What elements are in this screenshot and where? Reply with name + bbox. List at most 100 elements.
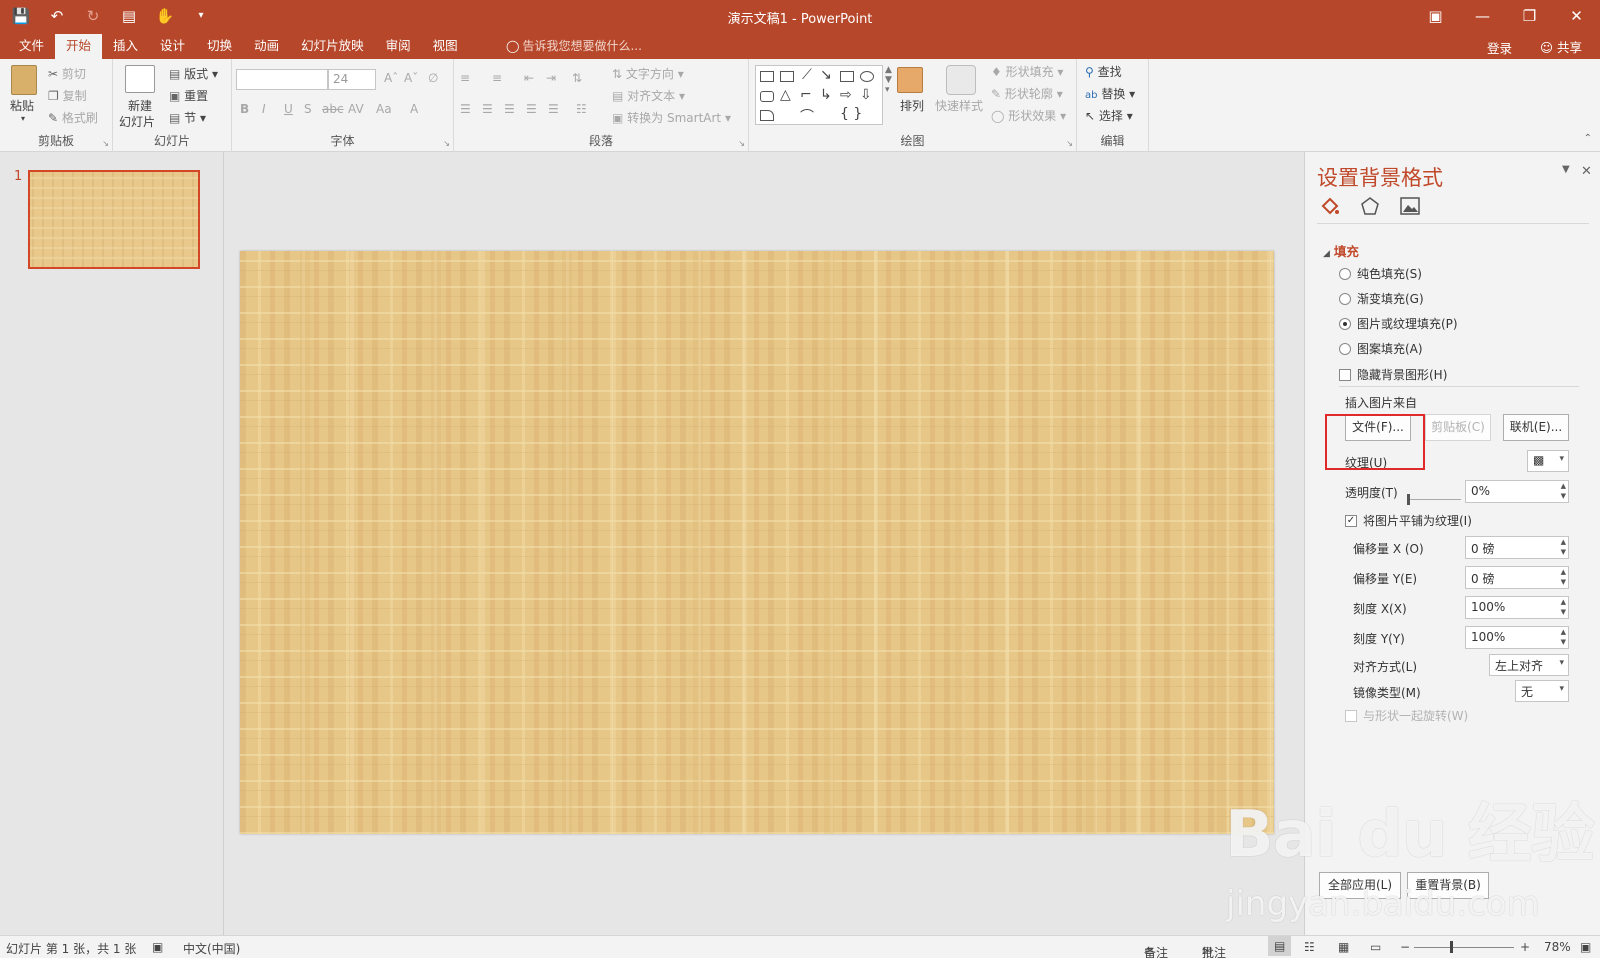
tab-design[interactable]: 设计 [149,34,196,59]
line-shape-icon[interactable]: ⟋ [802,67,812,83]
paragraph-launcher-icon[interactable]: ↘ [738,139,745,148]
effects-tab-icon[interactable] [1359,195,1381,217]
online-button[interactable]: 联机(E)... [1503,414,1569,441]
tab-animations[interactable]: 动画 [243,34,290,59]
connector-shape-icon[interactable]: ⌐ [800,87,812,103]
mirror-dropdown[interactable]: 无 ▾ [1515,680,1569,702]
columns-icon[interactable]: ☷ [576,102,587,116]
brace-shape-icon[interactable]: { } [840,106,862,122]
pattern-fill-option[interactable]: 图案填充(A) [1339,340,1423,357]
replace-button[interactable]: ab 替换 ▾ [1085,85,1135,102]
tab-view[interactable]: 视图 [422,34,469,59]
increase-indent-icon[interactable]: ⇥ [546,71,556,85]
alignment-dropdown[interactable]: 左上对齐 ▾ [1489,654,1569,676]
select-button[interactable]: ↖ 选择 ▾ [1085,107,1133,124]
tile-option[interactable]: ✓ 将图片平铺为纹理(I) [1345,512,1472,529]
align-text-button[interactable]: ▤ 对齐文本 ▾ [612,87,685,104]
bold-icon[interactable]: B [240,102,249,116]
transparency-slider[interactable] [1407,494,1461,505]
picture-tab-icon[interactable] [1399,195,1421,217]
spelling-check-icon[interactable]: ▣ [152,940,163,954]
strikethrough-icon[interactable]: abc [322,102,344,116]
curve-shape-icon[interactable]: ⌒ [800,106,814,126]
pane-close-icon[interactable]: ✕ [1581,164,1592,179]
tab-insert[interactable]: 插入 [102,34,149,59]
change-case-icon[interactable]: Aa [376,102,392,116]
fill-section-header[interactable]: ◢ 填充 [1323,241,1359,260]
offset-y-spinner-icon[interactable]: ▲ ▼ [1561,567,1566,587]
restore-icon[interactable]: ❐ [1506,0,1553,32]
shape-outline-button[interactable]: ✎ 形状轮廓 ▾ [991,85,1063,102]
slideshow-view-icon[interactable]: ▭ [1370,940,1381,954]
zoom-slider-thumb[interactable] [1450,941,1453,953]
drawing-launcher-icon[interactable]: ↘ [1066,139,1073,148]
text-direction-button[interactable]: ⇅ 文字方向 ▾ [612,65,684,82]
paste-dropdown-icon[interactable]: ▾ [21,114,25,123]
bullets-icon[interactable]: ≡ [460,71,470,85]
quick-styles-button[interactable]: 快速样式 [935,97,983,114]
picture-fill-radio[interactable] [1339,317,1351,330]
cut-button[interactable]: ✂ 剪切 [48,65,86,82]
pane-options-icon[interactable]: ▼ [1562,164,1570,175]
new-slide-label-1[interactable]: 新建 [128,97,152,114]
elbow-shape-icon[interactable]: ↳ [820,87,832,103]
fit-slide-icon[interactable]: ▣ [1580,940,1591,954]
rotate-with-shape-option[interactable]: 与形状一起旋转(W) [1345,707,1468,724]
textbox-shape-icon[interactable] [760,71,774,82]
close-icon[interactable]: ✕ [1553,0,1600,32]
tab-transitions[interactable]: 切换 [196,34,243,59]
arrow-line-shape-icon[interactable]: ↘ [820,67,832,83]
freeform-shape-icon[interactable] [760,110,774,121]
zoom-level[interactable]: 78% [1544,940,1571,954]
rounded-rect-shape-icon[interactable] [760,91,774,102]
reset-button[interactable]: ▣ 重置 [169,87,208,104]
arrange-icon[interactable] [897,67,923,93]
distribute-icon[interactable]: ☰ [548,102,559,116]
language-indicator[interactable]: 中文(中国) [183,940,240,957]
ribbon-display-icon[interactable]: ▣ [1412,0,1459,32]
shrink-font-icon[interactable]: Aˇ [404,71,418,85]
slide-canvas[interactable] [240,251,1274,834]
transparency-spinner-icon[interactable]: ▲ ▼ [1561,481,1566,501]
tell-me-search[interactable]: ◯ 告诉我您想要做什么... [506,37,642,54]
clipboard-button[interactable]: 剪贴板(C) [1425,414,1491,441]
tile-checkbox[interactable]: ✓ [1345,514,1357,527]
find-button[interactable]: ⚲ 查找 [1085,63,1122,80]
arrange-button[interactable]: 排列 [900,97,924,114]
font-color-icon[interactable]: A [410,102,418,116]
solid-fill-radio[interactable] [1339,267,1351,280]
normal-view-icon[interactable]: ▤ [1268,936,1292,956]
paste-button[interactable]: 粘贴 [10,97,34,114]
triangle-shape-icon[interactable]: △ [780,87,791,103]
shapes-gallery[interactable]: ⟋ ↘ △ ⌐ ↳ ⇨ ⇩ ⌒ { } [755,65,883,125]
shadow-icon[interactable]: S [304,102,312,116]
decrease-indent-icon[interactable]: ⇤ [524,71,534,85]
zoom-out-icon[interactable]: − [1400,940,1410,954]
new-slide-label-2[interactable]: 幻灯片 [119,113,155,130]
picture-fill-option[interactable]: 图片或纹理填充(P) [1339,315,1458,332]
fill-tab-icon[interactable] [1319,195,1341,217]
rectangle-shape-icon[interactable] [840,71,854,82]
pattern-fill-radio[interactable] [1339,342,1351,355]
slide-sorter-icon[interactable]: ☷ [1304,940,1315,954]
line-spacing-icon[interactable]: ⇅ [572,71,582,85]
hide-bg-graphics-checkbox[interactable] [1339,368,1351,381]
transparency-input[interactable]: 0% ▲ ▼ [1465,480,1569,503]
copy-button[interactable]: ❐ 复制 [48,87,87,104]
tab-file[interactable]: 文件 [8,34,55,59]
tab-slideshow[interactable]: 幻灯片放映 [290,34,375,59]
shape-effects-button[interactable]: ◯ 形状效果 ▾ [991,107,1066,124]
format-painter-button[interactable]: ✎ 格式刷 [48,109,98,126]
zoom-in-icon[interactable]: + [1520,940,1530,954]
smartart-button[interactable]: ▣ 转换为 SmartArt ▾ [612,109,731,126]
offset-x-spinner-icon[interactable]: ▲ ▼ [1561,537,1566,557]
down-arrow-shape-icon[interactable]: ⇩ [860,87,872,103]
offset-y-input[interactable]: 0 磅 ▲ ▼ [1465,566,1569,589]
numbering-icon[interactable]: ≡ [492,71,502,85]
font-name-field[interactable] [236,69,328,90]
char-spacing-icon[interactable]: AV [348,102,364,116]
scale-x-input[interactable]: 100% ▲ ▼ [1465,596,1569,619]
slide-thumbnail[interactable] [28,170,200,269]
gradient-fill-radio[interactable] [1339,292,1351,305]
hide-bg-graphics-option[interactable]: 隐藏背景图形(H) [1339,366,1447,383]
